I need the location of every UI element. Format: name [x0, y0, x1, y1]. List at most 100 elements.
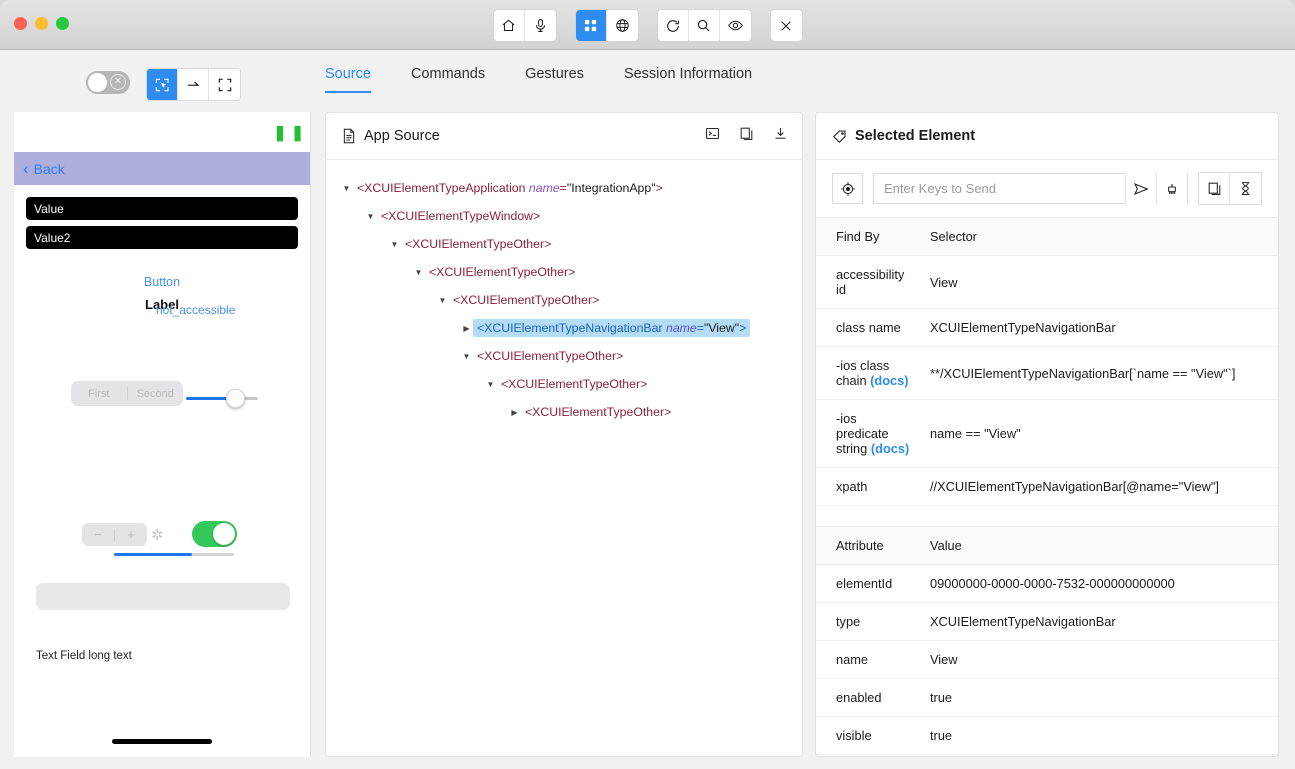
chevron-down-icon[interactable] [436, 296, 449, 305]
titlebar-group-4 [769, 9, 803, 42]
document-icon [343, 128, 355, 144]
value-cell: false [920, 754, 1278, 756]
attribute-header-row: Attribute Value [816, 526, 1278, 565]
device-screen-preview[interactable]: ▊ ▊ ‹ Back Value Value2 Button Label not… [14, 112, 311, 757]
device-switch[interactable] [192, 521, 237, 547]
device-text-field-1[interactable]: Value [26, 197, 298, 220]
search-button[interactable] [688, 10, 720, 41]
segment-second[interactable]: Second [128, 388, 184, 400]
clear-keys-button[interactable] [1156, 173, 1187, 204]
table-row[interactable]: elementId 09000000-0000-0000-7532-0000000… [816, 564, 1278, 603]
docs-link[interactable]: (docs) [870, 373, 908, 388]
titlebar-group-1 [492, 9, 557, 42]
swipe-mode-button[interactable] [178, 69, 209, 100]
eye-button[interactable] [719, 10, 751, 41]
selector-cell: **/XCUIElementTypeNavigationBar[`name ==… [920, 346, 1278, 400]
docs-link[interactable]: (docs) [871, 441, 909, 456]
download-source-button[interactable] [773, 126, 788, 146]
close-session-button[interactable] [770, 10, 802, 41]
device-stepper[interactable]: − + [82, 523, 147, 546]
selected-element-title: Selected Element [855, 128, 976, 144]
table-row[interactable]: -ios class chain (docs) **/XCUIElementTyp… [816, 346, 1278, 400]
selected-element-panel: Selected Element Enter Keys to Send Find… [815, 112, 1279, 757]
send-keys-input[interactable] [874, 174, 1125, 203]
table-row[interactable]: -ios predicate string (docs) name == "Vie… [816, 399, 1278, 468]
device-search-field[interactable] [36, 583, 290, 610]
table-row[interactable]: accessiblefalse [816, 754, 1278, 756]
tab-gestures[interactable]: Gestures [525, 66, 602, 93]
minimize-window-button[interactable] [35, 17, 48, 30]
device-slider[interactable] [186, 389, 258, 408]
switch-knob [213, 523, 235, 545]
device-navigation-bar[interactable]: ‹ Back [14, 152, 310, 185]
chevron-right-icon[interactable] [460, 324, 473, 333]
device-segmented-control[interactable]: First Second [71, 381, 183, 406]
microphone-button[interactable] [524, 10, 556, 41]
tree-node[interactable]: <XCUIElementTypeOther> [332, 258, 796, 286]
chevron-down-icon[interactable] [388, 240, 401, 249]
wait-timeout-button[interactable] [1230, 173, 1261, 204]
tree-node[interactable]: <XCUIElementTypeWindow> [332, 202, 796, 230]
titlebar-group-2 [574, 9, 639, 42]
device-button[interactable]: Button [144, 275, 180, 289]
table-spacer [816, 506, 1278, 526]
tree-node[interactable]: <XCUIElementTypeOther> [332, 286, 796, 314]
tab-session-information[interactable]: Session Information [624, 66, 770, 93]
screenshot-mode-button[interactable] [209, 69, 240, 100]
table-row[interactable]: accessibility id View [816, 255, 1278, 309]
chevron-down-icon[interactable] [340, 184, 353, 193]
stepper-increment[interactable]: + [115, 527, 147, 542]
find-by-cell: accessibility id [816, 255, 920, 309]
globe-button[interactable] [606, 10, 638, 41]
send-keys-button[interactable] [1125, 173, 1156, 204]
attribute-header: Attribute [816, 526, 920, 565]
app-grid-button[interactable] [575, 10, 607, 41]
table-row[interactable]: enabled true [816, 678, 1278, 717]
table-row[interactable]: visible true [816, 716, 1278, 755]
stepper-decrement[interactable]: − [82, 527, 114, 542]
tree-node-label: <XCUIElementTypeApplication name="Integr… [357, 181, 663, 195]
attribute-table-body: elementId 09000000-0000-0000-7532-0000000… [816, 564, 1278, 756]
tab-source[interactable]: Source [325, 66, 389, 93]
tab-commands[interactable]: Commands [411, 66, 503, 93]
refresh-button[interactable] [657, 10, 689, 41]
source-refresh-toggle[interactable]: ✕ [86, 71, 130, 94]
progress-fill [114, 553, 192, 556]
recording-bracket-icon: ▊ ▊ [277, 127, 304, 142]
slider-thumb[interactable] [226, 389, 245, 408]
selector-cell: View [920, 255, 1278, 309]
tree-node[interactable]: <XCUIElementTypeOther> [332, 342, 796, 370]
toggle-track[interactable]: ✕ [86, 71, 130, 94]
device-text-field-2[interactable]: Value2 [26, 226, 298, 249]
chevron-down-icon[interactable] [484, 380, 497, 389]
segment-first[interactable]: First [71, 388, 127, 400]
tree-node[interactable]: <XCUIElementTypeApplication name="Integr… [332, 174, 796, 202]
tree-node[interactable]: <XCUIElementTypeNavigationBar name="View… [332, 314, 796, 342]
attribute-table: Attribute Value elementId 09000000-0000-0… [816, 526, 1278, 756]
find-by-cell: -ios class chain (docs) [816, 346, 920, 400]
chevron-down-icon[interactable] [412, 268, 425, 277]
value-cell: 09000000-0000-0000-7532-000000000000 [920, 564, 1278, 603]
terminal-icon [706, 127, 719, 140]
table-row[interactable]: type XCUIElementTypeNavigationBar [816, 602, 1278, 641]
tree-node[interactable]: <XCUIElementTypeOther> [332, 230, 796, 258]
table-row[interactable]: xpath//XCUIElementTypeNavigationBar[@nam… [816, 467, 1278, 506]
tap-element-button[interactable] [832, 173, 863, 204]
tree-node[interactable]: <XCUIElementTypeOther> [332, 398, 796, 426]
app-source-tree[interactable]: <XCUIElementTypeApplication name="Integr… [326, 160, 802, 426]
device-not-accessible-label[interactable]: not_accessible [156, 303, 235, 317]
tree-node-label: <XCUIElementTypeNavigationBar name="View… [473, 319, 751, 337]
copy-source-button[interactable] [739, 126, 754, 146]
close-window-button[interactable] [14, 17, 27, 30]
table-row[interactable]: name View [816, 640, 1278, 679]
home-button[interactable] [493, 10, 525, 41]
tree-node[interactable]: <XCUIElementTypeOther> [332, 370, 796, 398]
terminal-button[interactable] [705, 126, 720, 146]
chevron-right-icon[interactable] [508, 408, 521, 417]
copy-attributes-button[interactable] [1199, 173, 1230, 204]
maximize-window-button[interactable] [56, 17, 69, 30]
select-element-mode-button[interactable] [147, 69, 178, 100]
chevron-down-icon[interactable] [460, 352, 473, 361]
chevron-down-icon[interactable] [364, 212, 377, 221]
table-row[interactable]: class name XCUIElementTypeNavigationBar [816, 308, 1278, 347]
